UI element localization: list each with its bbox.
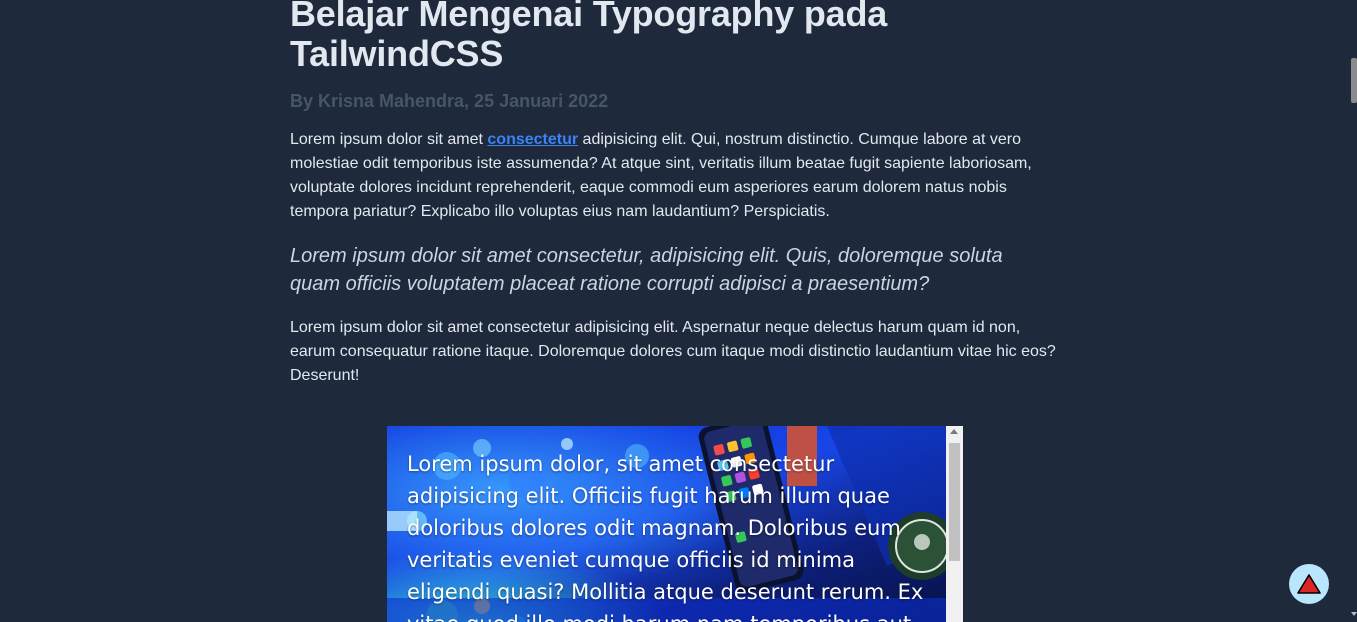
italic-quote: Lorem ipsum dolor sit amet consectetur, … xyxy=(290,245,1003,295)
box-scrollbar-thumb[interactable] xyxy=(949,443,960,561)
article-title: Belajar Mengenai Typography pada Tailwin… xyxy=(290,0,888,74)
overlay-text: Lorem ipsum dolor, sit amet consectetur … xyxy=(407,452,924,622)
box-scrollbar[interactable] xyxy=(946,426,963,622)
page: Belajar Mengenai Typography pada Tailwin… xyxy=(0,0,1357,622)
article-byline: By Krisna Mahendra, 25 Januari 2022 xyxy=(290,91,609,111)
scrollable-image-text-box[interactable]: Lorem ipsum dolor, sit amet consectetur … xyxy=(387,426,963,622)
scroll-to-top-button[interactable] xyxy=(1289,564,1329,604)
page-scrollbar-thumb[interactable] xyxy=(1351,58,1357,103)
scroll-up-arrow-icon[interactable] xyxy=(950,429,958,434)
scroll-down-arrow-icon[interactable] xyxy=(1351,612,1357,616)
paragraph-2: Lorem ipsum dolor sit amet consectetur a… xyxy=(290,319,1056,384)
page-scrollbar[interactable] xyxy=(1350,0,1357,622)
paragraph-1-text-start: Lorem ipsum dolor sit amet xyxy=(290,131,488,148)
consectetur-link[interactable]: consectetur xyxy=(487,131,578,148)
paragraph-1: Lorem ipsum dolor sit amet consectetur a… xyxy=(290,128,1058,224)
article: Belajar Mengenai Typography pada Tailwin… xyxy=(290,0,1060,388)
triangle-up-icon xyxy=(1297,574,1321,594)
